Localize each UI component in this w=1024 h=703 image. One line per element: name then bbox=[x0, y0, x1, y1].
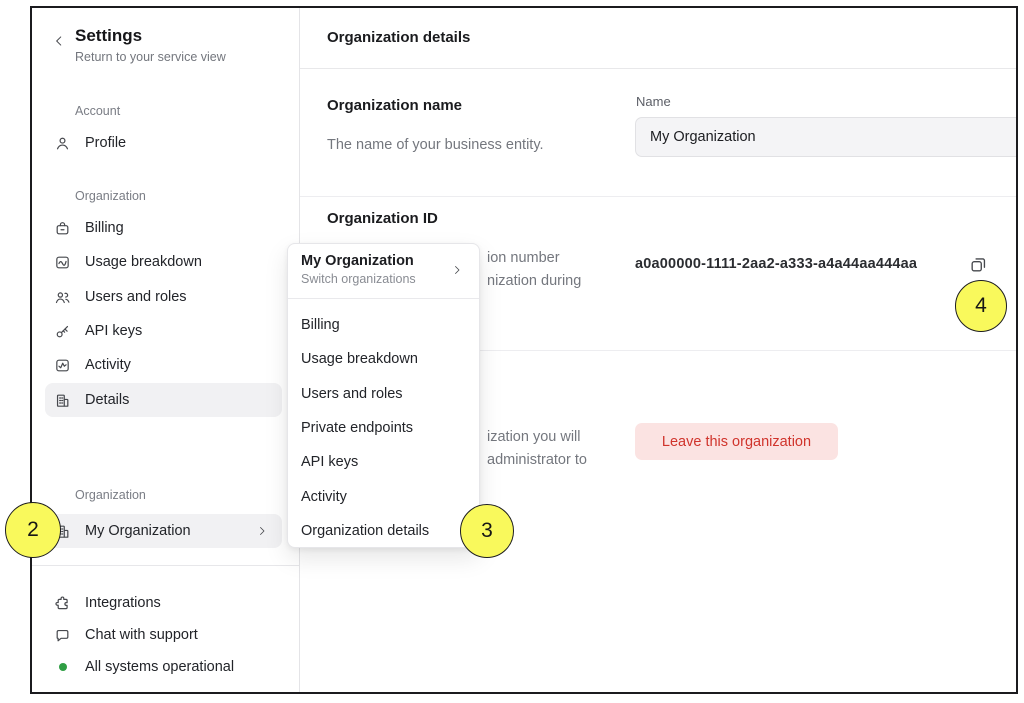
sidebar-divider bbox=[32, 565, 299, 566]
sidebar-item-label: Usage breakdown bbox=[85, 254, 202, 270]
sidebar-item-my-organization[interactable]: My Organization bbox=[45, 514, 282, 548]
copy-icon bbox=[969, 255, 988, 274]
org-id-description-fragment: nization during bbox=[487, 273, 581, 289]
status-dot-icon bbox=[59, 663, 67, 671]
leave-description-fragment: administrator to bbox=[487, 452, 587, 468]
sidebar-item-activity[interactable]: Activity bbox=[45, 348, 282, 382]
annotation-badge-3: 3 bbox=[460, 504, 514, 558]
app-window: Settings Return to your service view Acc… bbox=[30, 6, 1018, 694]
dropdown-title: My Organization bbox=[301, 253, 466, 269]
section-label-organization-2: Organization bbox=[75, 488, 146, 502]
org-name-description: The name of your business entity. bbox=[327, 137, 544, 153]
dropdown-item-usage-breakdown[interactable]: Usage breakdown bbox=[288, 342, 479, 376]
section-label-account: Account bbox=[75, 104, 120, 118]
key-icon bbox=[54, 323, 71, 340]
chevron-right-icon bbox=[256, 525, 268, 537]
sidebar-item-integrations[interactable]: Integrations bbox=[45, 586, 282, 620]
sidebar-subtitle[interactable]: Return to your service view bbox=[75, 50, 226, 64]
sidebar-item-label: Details bbox=[85, 392, 129, 408]
annotation-badge-2: 2 bbox=[5, 502, 61, 558]
sidebar-item-label: API keys bbox=[85, 323, 142, 339]
leave-description-fragment: ization you will bbox=[487, 429, 581, 445]
page-title: Organization details bbox=[327, 29, 470, 46]
chevron-right-icon bbox=[451, 264, 463, 276]
sidebar-item-label: Profile bbox=[85, 135, 126, 151]
dropdown-item-api-keys[interactable]: API keys bbox=[288, 445, 479, 479]
dropdown-item-activity[interactable]: Activity bbox=[288, 479, 479, 513]
sidebar-item-api-keys[interactable]: API keys bbox=[45, 314, 282, 348]
sidebar-item-users-and-roles[interactable]: Users and roles bbox=[45, 280, 282, 314]
settings-sidebar: Settings Return to your service view Acc… bbox=[32, 8, 300, 692]
sidebar-item-label: All systems operational bbox=[85, 659, 234, 675]
billing-icon bbox=[54, 220, 71, 237]
sidebar-title: Settings bbox=[75, 26, 142, 46]
section-label-organization: Organization bbox=[75, 189, 146, 203]
organization-id-value: a0a00000-1111-2aa2-a333-a4a44aa444aa bbox=[635, 256, 917, 272]
org-id-description-fragment: ion number bbox=[487, 250, 560, 266]
puzzle-icon bbox=[54, 595, 71, 612]
sidebar-item-usage-breakdown[interactable]: Usage breakdown bbox=[45, 245, 282, 279]
dropdown-item-private-endpoints[interactable]: Private endpoints bbox=[288, 411, 479, 445]
chat-bubble-icon bbox=[54, 627, 71, 644]
users-icon bbox=[54, 289, 71, 306]
dropdown-item-billing[interactable]: Billing bbox=[288, 308, 479, 342]
leave-organization-button[interactable]: Leave this organization bbox=[635, 423, 838, 460]
sidebar-item-label: Activity bbox=[85, 357, 131, 373]
dropdown-header[interactable]: My Organization Switch organizations bbox=[288, 244, 479, 299]
copy-button[interactable] bbox=[966, 252, 990, 276]
sidebar-item-label: Chat with support bbox=[85, 627, 198, 643]
org-id-title: Organization ID bbox=[327, 210, 438, 227]
sidebar-item-label: Users and roles bbox=[85, 289, 187, 305]
sidebar-item-profile[interactable]: Profile bbox=[45, 126, 282, 160]
chevron-left-icon[interactable] bbox=[52, 34, 66, 48]
dropdown-subtitle: Switch organizations bbox=[301, 272, 466, 286]
sidebar-item-system-status[interactable]: All systems operational bbox=[45, 650, 282, 684]
dropdown-item-organization-details[interactable]: Organization details bbox=[288, 514, 479, 548]
dropdown-item-users-and-roles[interactable]: Users and roles bbox=[288, 377, 479, 411]
person-icon bbox=[54, 135, 71, 152]
sidebar-item-label: Billing bbox=[85, 220, 124, 236]
sidebar-item-chat-support[interactable]: Chat with support bbox=[45, 618, 282, 652]
building-icon bbox=[54, 392, 71, 409]
activity-pulse-icon bbox=[54, 357, 71, 374]
organization-name-input[interactable] bbox=[635, 117, 1018, 157]
usage-chart-icon bbox=[54, 254, 71, 271]
name-field-label: Name bbox=[636, 94, 671, 109]
annotation-badge-4: 4 bbox=[955, 280, 1007, 332]
sidebar-item-label: My Organization bbox=[85, 523, 191, 539]
sidebar-item-label: Integrations bbox=[85, 595, 161, 611]
sidebar-item-billing[interactable]: Billing bbox=[45, 211, 282, 245]
section-divider bbox=[300, 196, 1016, 197]
sidebar-item-details[interactable]: Details bbox=[45, 383, 282, 417]
dropdown-list: Billing Usage breakdown Users and roles … bbox=[288, 299, 479, 548]
header-divider bbox=[300, 68, 1016, 69]
org-name-title: Organization name bbox=[327, 97, 462, 114]
organization-dropdown-menu: My Organization Switch organizations Bil… bbox=[287, 243, 480, 548]
